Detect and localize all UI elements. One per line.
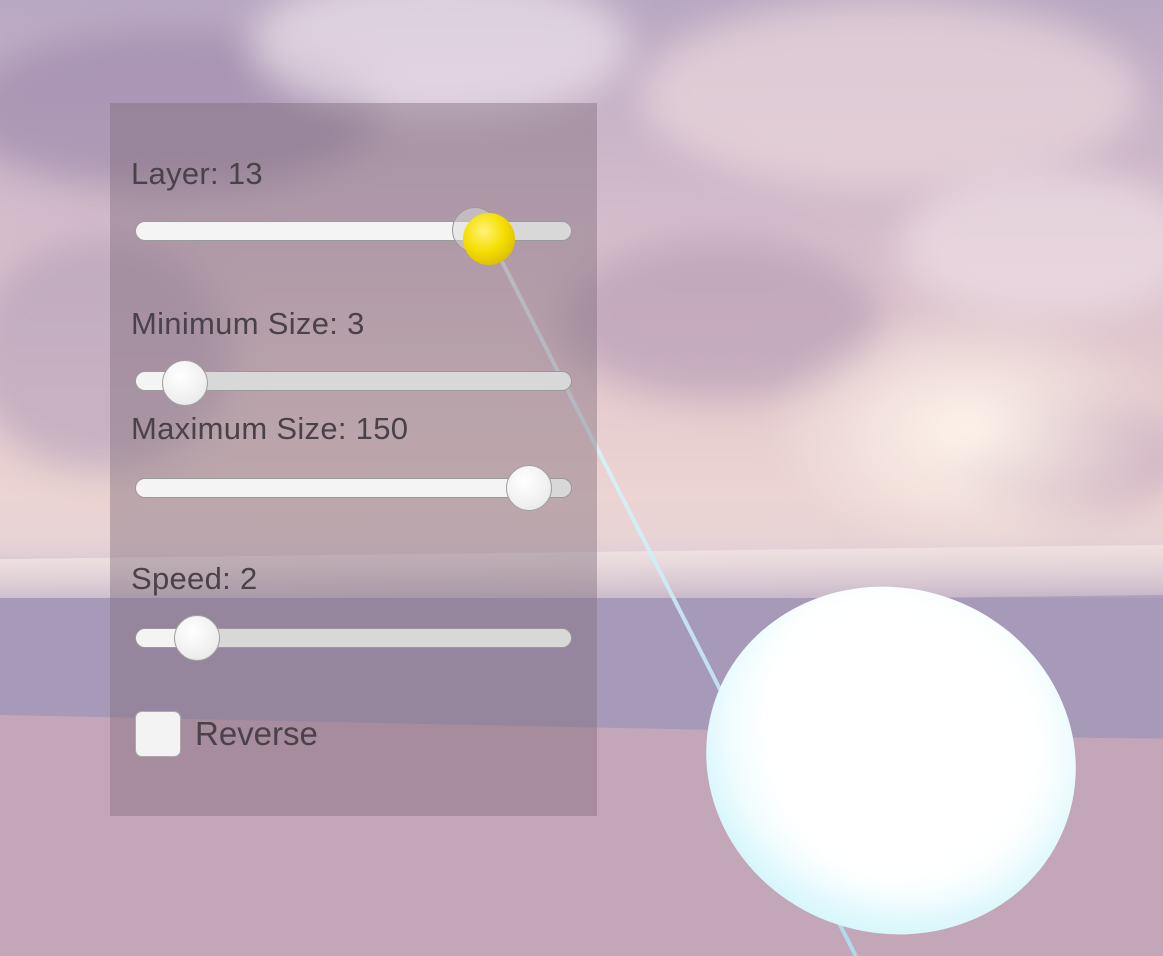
max-size-slider-fill [136, 479, 531, 497]
min-size-slider-handle[interactable] [162, 360, 209, 406]
settings-panel: Layer: 13 Minimum Size: 3 Maximum Size: … [110, 103, 597, 816]
speed-slider-handle[interactable] [174, 615, 221, 661]
layer-slider-fill [136, 222, 476, 240]
max-size-slider-handle[interactable] [506, 465, 553, 511]
reverse-label: Reverse [195, 715, 318, 752]
reverse-checkbox[interactable] [135, 711, 181, 757]
cloud [640, 0, 1140, 190]
min-size-label: Minimum Size: 3 [131, 306, 365, 341]
vr-scene: Layer: 13 Minimum Size: 3 Maximum Size: … [0, 0, 1163, 956]
speed-label: Speed: 2 [131, 561, 258, 596]
cloud [900, 170, 1163, 320]
layer-label: Layer: 13 [131, 156, 263, 191]
max-size-label: Maximum Size: 150 [131, 411, 409, 446]
pointer-cursor-ball [463, 213, 515, 265]
sun-glow [760, 300, 1163, 560]
